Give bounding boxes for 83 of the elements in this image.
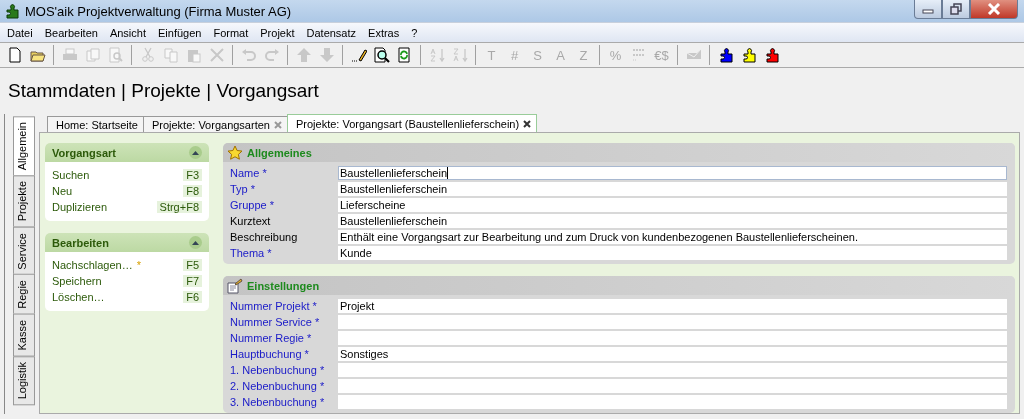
- task-link[interactable]: Neu: [52, 185, 73, 197]
- page-heading: Stammdaten | Projekte | Vorgangsart: [7, 79, 320, 103]
- task-link[interactable]: Suchen: [52, 169, 90, 181]
- field-label: 2. Nebenbuchung *: [230, 379, 326, 393]
- menu-item[interactable]: Datei: [1, 26, 39, 39]
- field-label: Nummer Projekt *: [230, 299, 318, 313]
- side-tab[interactable]: Logistik: [13, 355, 35, 405]
- side-tab[interactable]: Allgemein: [13, 116, 35, 177]
- shortcut-label: Strg+F8: [156, 201, 202, 213]
- input-field[interactable]: Enthält eine Vorgangsart zur Bearbeitung und zum Druck von kundenbezogenen Baustellenlieferscheinen.: [338, 230, 1007, 244]
- task-link[interactable]: Nachschlagen…: [52, 259, 133, 271]
- input-field[interactable]: [338, 331, 1007, 345]
- field-label: Typ *: [230, 182, 257, 196]
- search-icon[interactable]: [373, 47, 390, 63]
- menu-item[interactable]: ?: [405, 26, 424, 39]
- restore-button[interactable]: [942, 0, 970, 19]
- new-document-icon[interactable]: [6, 47, 23, 63]
- field-label: Hauptbuchung *: [230, 347, 310, 361]
- menu-item[interactable]: Extras: [362, 26, 406, 39]
- field-label: Beschreibung: [230, 230, 299, 244]
- side-tab[interactable]: Service: [13, 226, 35, 276]
- window-title: MOS'aik Projektverwaltung (Firma Muster AG): [25, 3, 292, 19]
- field-label: 1. Nebenbuchung *: [230, 363, 326, 377]
- puzzle-icon[interactable]: [763, 47, 780, 63]
- close-button[interactable]: [970, 0, 1018, 19]
- input-field[interactable]: Baustellenlieferschein: [338, 166, 1007, 180]
- puzzle-icon: [4, 3, 20, 19]
- star-icon: [227, 144, 243, 161]
- input-field[interactable]: [338, 363, 1007, 377]
- menu-item[interactable]: Einfügen: [152, 26, 208, 39]
- field-label: 3. Nebenbuchung *: [230, 395, 326, 409]
- menu-item[interactable]: Datensatz: [300, 26, 363, 39]
- side-tab[interactable]: Projekte: [13, 175, 35, 228]
- document-tab[interactable]: Home: Startseite: [47, 116, 144, 132]
- task-link[interactable]: Löschen…: [52, 291, 105, 303]
- shortcut-label: F7: [183, 275, 202, 287]
- puzzle-icon[interactable]: [717, 47, 734, 63]
- field-label: Nummer Service *: [230, 315, 321, 329]
- field-label: Name *: [230, 166, 268, 180]
- input-field[interactable]: [338, 395, 1007, 409]
- panel-header[interactable]: Vorgangsart: [45, 143, 209, 162]
- field-label: Kurztext: [230, 214, 272, 228]
- input-field[interactable]: Lieferscheine: [338, 198, 1007, 212]
- menu-item[interactable]: Projekt: [254, 26, 301, 39]
- shortcut-label: F8: [183, 185, 202, 197]
- input-field[interactable]: Kunde: [338, 246, 1007, 260]
- input-field[interactable]: Baustellenlieferschein: [338, 214, 1007, 228]
- refresh-icon[interactable]: [396, 47, 413, 63]
- menu-item[interactable]: Ansicht: [103, 26, 152, 39]
- side-tab[interactable]: Kasse: [13, 314, 35, 357]
- field-label: Nummer Regie *: [230, 331, 313, 345]
- minimize-button[interactable]: [914, 0, 942, 19]
- restore-icon: [949, 3, 963, 15]
- input-field[interactable]: [338, 379, 1007, 393]
- panel-header[interactable]: Bearbeiten: [45, 233, 209, 252]
- close-icon: [987, 3, 1001, 15]
- collapse-icon[interactable]: [189, 146, 202, 159]
- input-field[interactable]: [338, 315, 1007, 329]
- required-marker: *: [136, 259, 141, 271]
- panel-title: Vorgangsart: [52, 146, 116, 159]
- section-title: Einstellungen: [247, 279, 320, 292]
- puzzle-icon[interactable]: [740, 47, 757, 63]
- menu-item[interactable]: Bearbeiten: [38, 26, 104, 39]
- task-link[interactable]: Speichern: [52, 275, 102, 287]
- close-icon[interactable]: [523, 119, 532, 128]
- task-link[interactable]: Duplizieren: [52, 201, 108, 213]
- shortcut-label: F3: [183, 169, 202, 181]
- panel-title: Bearbeiten: [52, 236, 109, 249]
- shortcut-label: F6: [183, 291, 202, 303]
- input-field[interactable]: Sonstiges: [338, 347, 1007, 361]
- field-label: Thema *: [230, 246, 273, 260]
- document-tab[interactable]: Projekte: Vorgangsarten: [142, 116, 288, 132]
- input-field[interactable]: Projekt: [338, 299, 1007, 313]
- input-field[interactable]: Baustellenlieferschein: [338, 182, 1007, 196]
- section-title: Allgemeines: [247, 146, 312, 159]
- side-tab[interactable]: Regie: [13, 274, 35, 316]
- form-icon: [227, 277, 243, 294]
- menu-item[interactable]: Format: [207, 26, 255, 39]
- document-tab[interactable]: Projekte: Vorgangsart (Baustellenlieferschein): [286, 114, 538, 132]
- shortcut-label: F5: [183, 259, 202, 271]
- field-label: Gruppe *: [230, 198, 276, 212]
- collapse-icon[interactable]: [189, 236, 202, 249]
- pencil-icon[interactable]: [350, 47, 367, 63]
